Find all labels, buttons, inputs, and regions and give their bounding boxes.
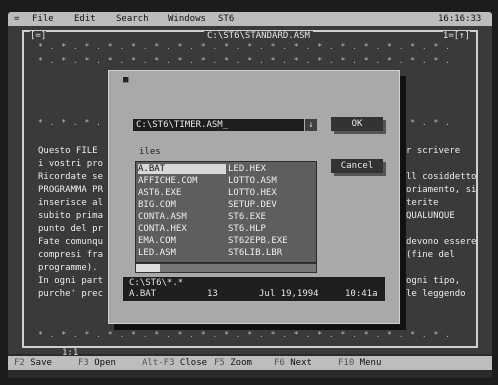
fn-key-zoom[interactable]: F5 Zoom bbox=[214, 358, 252, 368]
file-list-item[interactable]: EMA.COM bbox=[138, 236, 226, 246]
editor-line: punto del pr bbox=[38, 224, 104, 234]
fn-key-label: Close bbox=[174, 358, 208, 368]
editor-line: inserisce al bbox=[38, 198, 104, 208]
editor-line: le leggendo bbox=[406, 289, 466, 299]
editor-line: PROGRAMMA PR bbox=[38, 185, 104, 195]
menu-search[interactable]: Search bbox=[116, 14, 149, 24]
files-label: iles bbox=[139, 147, 161, 157]
function-key-bar: F2 Save F3 Open Alt-F3 Close F5 Zoom F6 Next… bbox=[8, 356, 492, 370]
history-down-arrow-icon[interactable]: ↓ bbox=[305, 119, 317, 131]
file-list-item[interactable]: AST6.EXE bbox=[138, 188, 226, 198]
file-list-item[interactable]: LOTTO.HEX bbox=[228, 188, 316, 198]
fn-key-code: F2 bbox=[14, 358, 25, 368]
file-info-panel: C:\ST6\*.* A.BAT 13 Jul 19,1994 10:41a bbox=[123, 277, 385, 301]
menu-bar: = File Edit Search Windows ST6 16:16:33 bbox=[8, 12, 492, 26]
selected-file-date: Jul 19,1994 bbox=[259, 289, 319, 299]
file-list-item[interactable]: ST6LIB.LBR bbox=[228, 248, 316, 258]
editor-line: compresi fra bbox=[38, 250, 104, 260]
dialog-close-icon[interactable]: ■ bbox=[123, 75, 128, 85]
menu-windows[interactable]: Windows bbox=[168, 14, 206, 24]
file-list-item[interactable]: AFFICHE.COM bbox=[138, 176, 226, 186]
window-zoom-icon[interactable]: 1=[↑] bbox=[442, 31, 470, 41]
editor-title: C:\ST6\STANDARD.ASM bbox=[204, 31, 313, 41]
fn-key-label: Zoom bbox=[224, 358, 252, 368]
file-list-item[interactable]: BIG.COM bbox=[138, 200, 226, 210]
system-menu-icon[interactable]: = bbox=[14, 14, 19, 24]
file-list-item[interactable]: SETUP.DEV bbox=[228, 200, 316, 210]
file-list-scrollbar[interactable] bbox=[135, 263, 317, 273]
clock: 16:16:33 bbox=[438, 14, 482, 24]
fn-key-code: F10 bbox=[338, 358, 355, 368]
file-list-item[interactable]: LED.ASM bbox=[138, 248, 226, 258]
fn-key-code: F5 bbox=[214, 358, 225, 368]
dos-screen: = File Edit Search Windows ST6 16:16:33 … bbox=[8, 12, 492, 378]
fn-key-save[interactable]: F2 Save bbox=[14, 358, 52, 368]
fn-key-code: F6 bbox=[274, 358, 285, 368]
path-mask: C:\ST6\*.* bbox=[129, 278, 184, 288]
selected-file-time: 10:41a bbox=[345, 289, 378, 299]
file-list-item[interactable]: LED.HEX bbox=[228, 164, 316, 174]
comment-dots: * . * . * . * . * . * . * . * . * . * . … bbox=[38, 330, 451, 338]
editor-line: ogni tipo, bbox=[406, 276, 461, 286]
file-list-item[interactable]: ST6.EXE bbox=[228, 212, 316, 222]
scrollbar-thumb[interactable] bbox=[136, 264, 160, 272]
file-list-item[interactable]: CONTA.HEX bbox=[138, 224, 226, 234]
editor-line: devono essere bbox=[406, 237, 477, 247]
editor-line: purche' prec bbox=[38, 289, 104, 299]
file-list-item[interactable]: A.BAT bbox=[138, 164, 226, 174]
menu-file[interactable]: File bbox=[32, 14, 54, 24]
selected-file-size: 13 bbox=[207, 289, 218, 299]
fn-key-menu[interactable]: F10 Menu bbox=[338, 358, 381, 368]
editor-line: (fine del bbox=[406, 250, 455, 260]
comment-dots: * . * . * . * . * . * . * . * . * . * . … bbox=[38, 42, 451, 50]
ok-button[interactable]: OK bbox=[331, 117, 383, 131]
fn-key-label: Save bbox=[24, 358, 52, 368]
fn-key-next[interactable]: F6 Next bbox=[274, 358, 312, 368]
editor-line: QUALUNQUE bbox=[406, 211, 455, 221]
fn-key-label: Open bbox=[88, 358, 116, 368]
comment-dots: * . * . * . * . * . * . * . * . * . * . … bbox=[38, 56, 451, 64]
fn-key-open[interactable]: F3 Open bbox=[78, 358, 116, 368]
editor-line: i vostri pro bbox=[38, 159, 104, 169]
editor-line: programme). bbox=[38, 263, 98, 273]
editor-line: subito prima bbox=[38, 211, 104, 221]
file-list-item[interactable]: CONTA.ASM bbox=[138, 212, 226, 222]
editor-line: Fate comunqu bbox=[38, 237, 104, 247]
editor-line: In ogni part bbox=[38, 276, 104, 286]
file-list-item[interactable]: LOTTO.ASM bbox=[228, 176, 316, 186]
editor-line: Ricordate se bbox=[38, 172, 104, 182]
file-list-item[interactable]: ST6.HLP bbox=[228, 224, 316, 234]
filename-input[interactable]: C:\ST6\TIMER.ASM_ bbox=[133, 119, 304, 131]
file-list-item[interactable]: ST62EPB.EXE bbox=[228, 236, 316, 246]
selected-file-name: A.BAT bbox=[129, 289, 157, 299]
menu-edit[interactable]: Edit bbox=[74, 14, 96, 24]
fn-key-close[interactable]: Alt-F3 Close bbox=[142, 358, 207, 368]
editor-line: oriamento, si bbox=[406, 185, 477, 195]
file-list[interactable]: A.BAT AFFICHE.COM AST6.EXE BIG.COM CONTA.ASM… bbox=[135, 161, 317, 263]
editor-line: terite bbox=[406, 198, 439, 208]
open-file-dialog: ■ C:\ST6\TIMER.ASM_ ↓ OK Cancel iles A.B… bbox=[108, 70, 400, 324]
cancel-button[interactable]: Cancel bbox=[331, 159, 383, 173]
fn-key-label: Next bbox=[284, 358, 312, 368]
editor-line: Questo FILE bbox=[38, 146, 98, 156]
fn-key-code: Alt-F3 bbox=[142, 358, 175, 368]
window-close-icon[interactable]: [=] bbox=[30, 31, 47, 41]
editor-line: ll cosiddetto bbox=[406, 172, 477, 182]
fn-key-code: F3 bbox=[78, 358, 89, 368]
fn-key-label: Menu bbox=[354, 358, 382, 368]
editor-line: r scrivere bbox=[406, 146, 461, 156]
menu-st6[interactable]: ST6 bbox=[218, 14, 234, 24]
